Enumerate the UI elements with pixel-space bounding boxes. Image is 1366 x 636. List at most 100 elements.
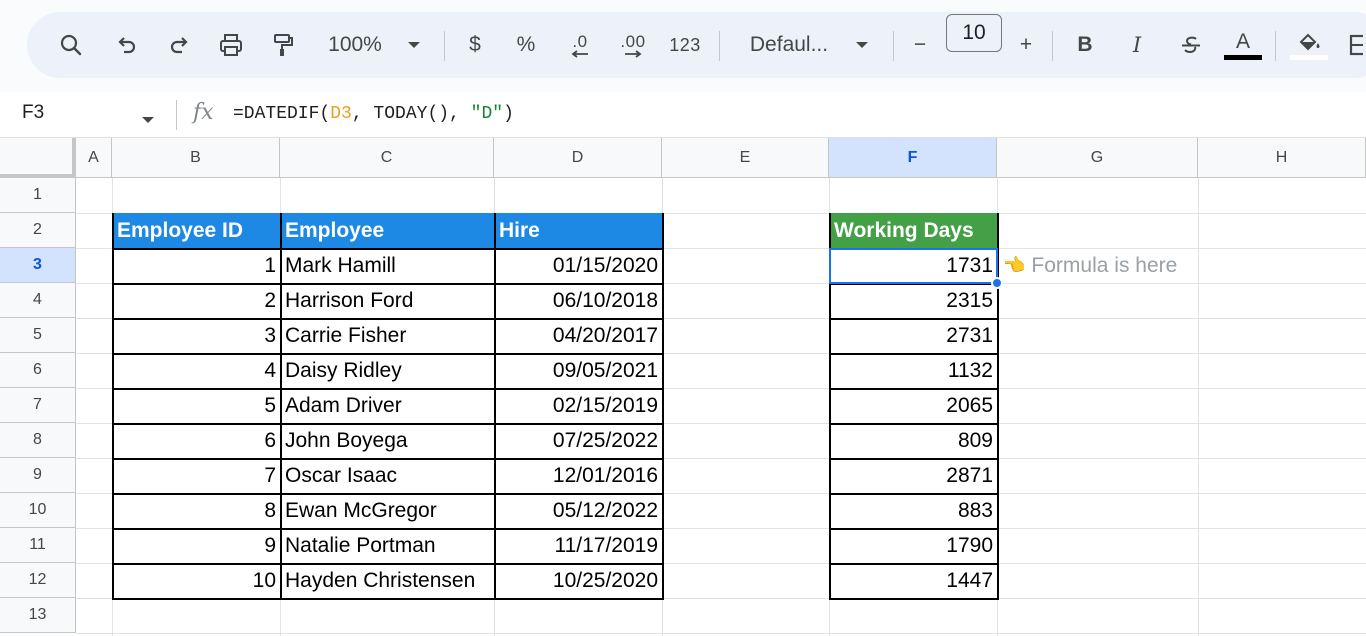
row-header-6[interactable]: 6 (0, 353, 76, 388)
header-working-days[interactable]: Working Days (829, 213, 997, 248)
plus-label: + (1019, 33, 1033, 56)
percent-button[interactable]: % (513, 12, 539, 78)
chevron-down-icon[interactable] (852, 12, 872, 78)
cell-hire-date[interactable]: 06/10/2018 (494, 283, 662, 318)
cell-hire-date[interactable]: 01/15/2020 (494, 248, 662, 283)
row-header-10[interactable]: 10 (0, 493, 76, 528)
cell-employee-id[interactable]: 10 (112, 563, 280, 598)
row-header-8[interactable]: 8 (0, 423, 76, 458)
column-header-g[interactable]: G (997, 138, 1198, 178)
row-header-3[interactable]: 3 (0, 248, 76, 283)
cell-employee-name[interactable]: Mark Hamill (280, 248, 494, 283)
cell-employee-id[interactable]: 5 (112, 388, 280, 423)
cell-employee-name[interactable]: Natalie Portman (280, 528, 494, 563)
table-border (112, 563, 663, 565)
cell-working-days[interactable]: 2315 (829, 283, 997, 318)
column-header-f[interactable]: F (829, 138, 997, 178)
chevron-down-icon[interactable] (404, 12, 424, 78)
formula-input[interactable]: =DATEDIF(D3, TODAY(), "D") (233, 104, 514, 124)
cell-employee-id[interactable]: 6 (112, 423, 280, 458)
fill-handle[interactable] (991, 277, 1003, 289)
italic-button[interactable]: I (1125, 12, 1149, 78)
select-all-corner[interactable] (0, 138, 76, 178)
table-border (112, 598, 663, 600)
cell-hire-date[interactable]: 07/25/2022 (494, 423, 662, 458)
redo-icon[interactable] (163, 12, 195, 78)
row-header-5[interactable]: 5 (0, 318, 76, 353)
strikethrough-icon[interactable] (1177, 12, 1205, 78)
header-employee-id[interactable]: Employee ID (112, 213, 280, 248)
cell-hire-date[interactable]: 09/05/2021 (494, 353, 662, 388)
cell-employee-name[interactable]: Hayden Christensen (280, 563, 494, 598)
cell-employee-name[interactable]: Ewan McGregor (280, 493, 494, 528)
font-size-input[interactable]: 10 (946, 14, 1002, 52)
cell-employee-id[interactable]: 3 (112, 318, 280, 353)
cell-employee-name[interactable]: Oscar Isaac (280, 458, 494, 493)
decrease-font-size-button[interactable]: − (907, 12, 933, 78)
column-header-e[interactable]: E (662, 138, 829, 178)
cell-hire-date[interactable]: 05/12/2022 (494, 493, 662, 528)
row-header-2[interactable]: 2 (0, 213, 76, 248)
row-header-1[interactable]: 1 (0, 178, 76, 213)
cell-hire-date[interactable]: 04/20/2017 (494, 318, 662, 353)
cell-working-days[interactable]: 809 (829, 423, 997, 458)
cell-working-days[interactable]: 883 (829, 493, 997, 528)
cell-employee-name[interactable]: Carrie Fisher (280, 318, 494, 353)
cell-working-days[interactable]: 1790 (829, 528, 997, 563)
chevron-down-icon[interactable] (141, 111, 155, 129)
row-header-12[interactable]: 12 (0, 563, 76, 598)
increase-font-size-button[interactable]: + (1013, 12, 1039, 78)
cell-hire-date[interactable]: 10/25/2020 (494, 563, 662, 598)
row-header-11[interactable]: 11 (0, 528, 76, 563)
cell-employee-name[interactable]: Daisy Ridley (280, 353, 494, 388)
paint-format-icon[interactable] (267, 12, 299, 78)
cell-employee-id[interactable]: 7 (112, 458, 280, 493)
paint-bucket-icon (1299, 33, 1320, 50)
search-icon[interactable] (55, 12, 87, 78)
cell-working-days[interactable]: 2731 (829, 318, 997, 353)
bold-button[interactable]: B (1073, 12, 1097, 78)
row-header-7[interactable]: 7 (0, 388, 76, 423)
cell-working-days[interactable]: 2871 (829, 458, 997, 493)
cell-working-days[interactable]: 1447 (829, 563, 997, 598)
zoom-select[interactable]: 100% (322, 12, 388, 78)
print-icon[interactable] (215, 12, 247, 78)
table-border (112, 213, 114, 600)
increase-decimals-button[interactable]: .00 (615, 12, 651, 78)
header-employee[interactable]: Employee (280, 213, 494, 248)
currency-button[interactable]: $ (463, 12, 487, 78)
row-header-4[interactable]: 4 (0, 283, 76, 318)
header-hire[interactable]: Hire (494, 213, 662, 248)
cell-hire-date[interactable]: 12/01/2016 (494, 458, 662, 493)
cell-hire-date[interactable]: 11/17/2019 (494, 528, 662, 563)
column-header-h[interactable]: H (1198, 138, 1366, 178)
row-header-13[interactable]: 13 (0, 598, 76, 633)
column-header-d[interactable]: D (494, 138, 662, 178)
cell-employee-id[interactable]: 1 (112, 248, 280, 283)
column-header-b[interactable]: B (112, 138, 280, 178)
undo-icon[interactable] (111, 12, 143, 78)
table-border (112, 248, 663, 250)
name-box[interactable]: F3 (22, 102, 44, 124)
decrease-decimals-button[interactable]: .0 (563, 12, 597, 78)
column-header-c[interactable]: C (280, 138, 494, 178)
cell-employee-id[interactable]: 4 (112, 353, 280, 388)
cell-employee-id[interactable]: 8 (112, 493, 280, 528)
column-header-a[interactable]: A (76, 138, 112, 178)
cell-employee-id[interactable]: 2 (112, 283, 280, 318)
table-border (112, 423, 663, 425)
number-format-button[interactable]: 123 (667, 12, 703, 78)
formula-string: "D" (470, 104, 504, 124)
cell-hire-date[interactable]: 02/15/2019 (494, 388, 662, 423)
cell-employee-id[interactable]: 9 (112, 528, 280, 563)
fill-color-button[interactable] (1289, 12, 1329, 78)
cell-employee-name[interactable]: Harrison Ford (280, 283, 494, 318)
text-color-button[interactable]: A (1223, 12, 1263, 78)
cell-employee-name[interactable]: John Boyega (280, 423, 494, 458)
cell-working-days[interactable]: 1132 (829, 353, 997, 388)
cell-working-days[interactable]: 2065 (829, 388, 997, 423)
borders-icon[interactable] (1349, 12, 1366, 78)
cell-employee-name[interactable]: Adam Driver (280, 388, 494, 423)
font-select[interactable]: Defaul... (743, 12, 835, 78)
row-header-9[interactable]: 9 (0, 458, 76, 493)
